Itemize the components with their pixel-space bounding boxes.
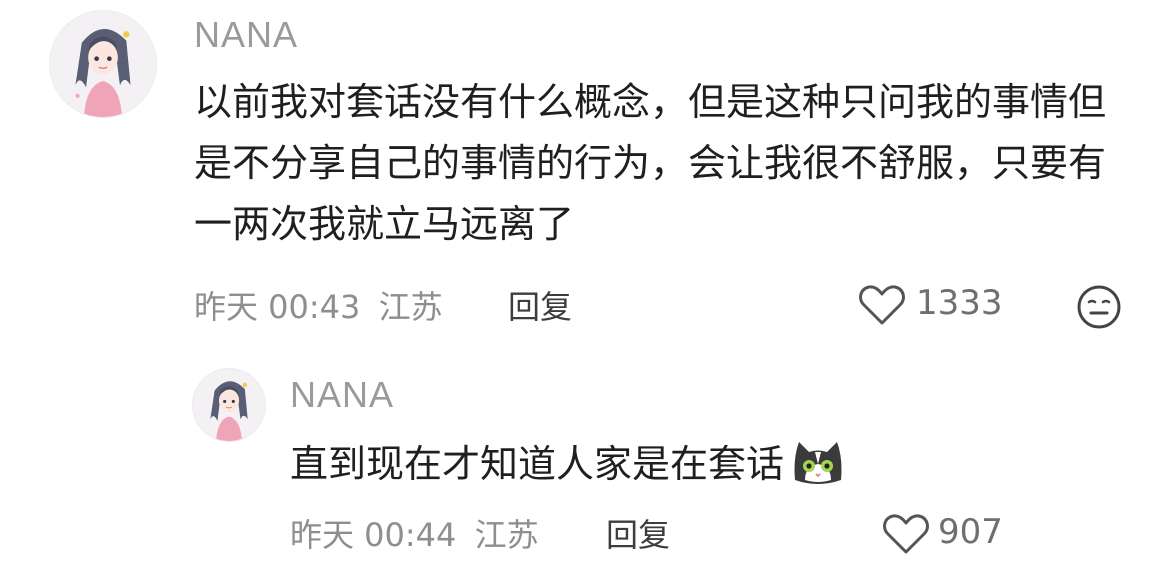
comment-like-count: 1333 <box>916 283 1003 323</box>
reply-text-row: 直到现在才知道人家是在套话 <box>290 433 845 493</box>
avatar-illustration <box>193 369 265 441</box>
avatar-illustration <box>50 11 156 117</box>
reply-text: 直到现在才知道人家是在套话 <box>290 442 785 486</box>
neutral-face-icon <box>1077 285 1121 329</box>
reply-avatar[interactable] <box>192 368 266 442</box>
comment-meta: 昨天 00:43 江苏 <box>194 282 443 328</box>
cat-emoji-icon <box>794 441 842 484</box>
comment-location: 江苏 <box>378 288 443 326</box>
watermark-overlay <box>1005 509 1170 577</box>
comment-reply-button[interactable]: 回复 <box>508 282 572 328</box>
comment-text: 以前我对套话没有什么概念，但是这种只问我的事情但是不分享自己的事情的行为，会让我… <box>194 80 1107 246</box>
reply-like-button[interactable] <box>882 512 930 556</box>
avatar[interactable] <box>49 10 157 118</box>
reply-location: 江苏 <box>474 516 539 554</box>
expression-button[interactable] <box>1076 284 1122 330</box>
heart-outline-icon <box>859 285 905 325</box>
reply-like-count: 907 <box>938 512 1003 552</box>
reply-time: 昨天 00:44 <box>290 516 457 554</box>
reply-meta: 昨天 00:44 江苏 <box>290 510 539 556</box>
reply-reply-button[interactable]: 回复 <box>606 510 670 556</box>
reply-username[interactable]: NANA <box>290 374 394 416</box>
heart-outline-icon <box>883 514 929 554</box>
comment-time: 昨天 00:43 <box>194 288 361 326</box>
like-button[interactable] <box>858 283 906 327</box>
comment-username[interactable]: NANA <box>194 14 298 56</box>
